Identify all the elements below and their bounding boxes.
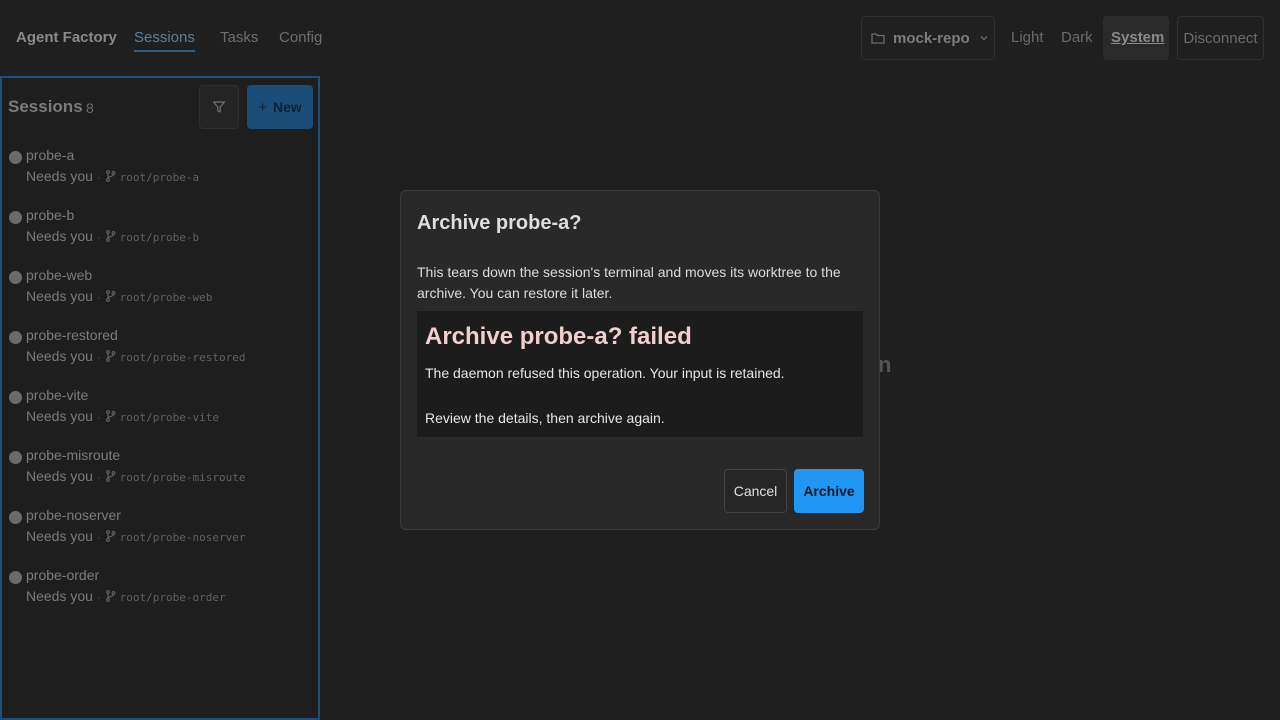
session-branch: root/probe-web — [119, 291, 213, 304]
session-branch: root/probe-vite — [119, 411, 219, 424]
session-status-dot — [9, 511, 22, 524]
filter-icon — [212, 101, 226, 113]
session-branch: root/probe-order — [119, 591, 226, 604]
session-status-line: Needs you · root/probe-vite — [26, 408, 219, 424]
archive-dialog: Archive probe-a? This tears down the ses… — [400, 190, 880, 530]
session-list: probe-a Needs you · root/probe-a probe-b Need… — [2, 144, 318, 624]
dialog-title: Archive probe-a? — [417, 212, 582, 234]
session-status: Needs you — [26, 468, 93, 484]
sessions-sidebar: Sessions 8 + New probe-a Needs you · root/p… — [0, 76, 320, 720]
git-branch-icon — [105, 350, 116, 362]
session-count: 8 — [86, 100, 94, 116]
session-status-line: Needs you · root/probe-web — [26, 288, 212, 304]
session-status: Needs you — [26, 408, 93, 424]
chevron-down-icon — [980, 36, 988, 41]
background-empty-state-text: n — [878, 352, 892, 377]
separator-dot: · — [96, 412, 101, 424]
session-branch: root/probe-restored — [119, 351, 246, 364]
session-name: probe-a — [26, 147, 75, 163]
session-status: Needs you — [26, 588, 93, 604]
theme-dark-option[interactable]: Dark — [1061, 29, 1093, 46]
session-branch: root/probe-noserver — [119, 531, 246, 544]
git-branch-icon — [105, 290, 116, 302]
session-item[interactable]: probe-misroute Needs you · root/probe-misro… — [2, 444, 318, 504]
session-name: probe-order — [26, 567, 100, 583]
new-session-button[interactable]: + New — [247, 85, 313, 129]
error-panel: Archive probe-a? failed The daemon refus… — [417, 311, 863, 437]
session-name: probe-b — [26, 207, 75, 223]
session-status-dot — [9, 331, 22, 344]
separator-dot: · — [96, 292, 101, 304]
error-title: Archive probe-a? failed — [425, 323, 692, 350]
session-status-dot — [9, 391, 22, 404]
disconnect-button[interactable]: Disconnect — [1177, 16, 1264, 60]
dialog-description: This tears down the session's terminal a… — [417, 264, 841, 301]
session-status: Needs you — [26, 348, 93, 364]
git-branch-icon — [105, 170, 116, 182]
new-session-label: New — [272, 99, 302, 115]
session-name: probe-vite — [26, 387, 89, 403]
session-status-line: Needs you · root/probe-misroute — [26, 468, 245, 484]
session-item[interactable]: probe-noserver Needs you · root/probe-noser… — [2, 504, 318, 564]
session-name: probe-misroute — [26, 447, 121, 463]
session-item[interactable]: probe-web Needs you · root/probe-web — [2, 264, 318, 324]
filter-button[interactable] — [199, 85, 239, 129]
session-item[interactable]: probe-b Needs you · root/probe-b — [2, 204, 318, 264]
git-branch-icon — [105, 410, 116, 422]
separator-dot: · — [96, 532, 101, 544]
separator-dot: · — [96, 352, 101, 364]
separator-dot: · — [96, 172, 101, 184]
session-status: Needs you — [26, 168, 93, 184]
session-status-line: Needs you · root/probe-restored — [26, 348, 245, 364]
session-status-dot — [9, 271, 22, 284]
sidebar-title: Sessions — [8, 97, 83, 116]
repo-name: mock-repo — [893, 29, 970, 47]
tab-config[interactable]: Config — [279, 29, 322, 46]
tab-sessions[interactable]: Sessions — [134, 29, 195, 52]
session-status-dot — [9, 151, 22, 164]
separator-dot: · — [96, 592, 101, 604]
git-branch-icon — [105, 530, 116, 542]
session-name: probe-restored — [26, 327, 118, 343]
error-hint: Review the details, then archive again. — [425, 410, 665, 426]
top-bar: Agent Factory Sessions Tasks Config mock… — [0, 0, 1280, 76]
theme-system-option[interactable]: System — [1111, 29, 1164, 46]
separator-dot: · — [96, 232, 101, 244]
session-status-dot — [9, 211, 22, 224]
separator-dot: · — [96, 472, 101, 484]
cancel-button[interactable]: Cancel — [724, 469, 787, 513]
session-status-dot — [9, 571, 22, 584]
git-branch-icon — [105, 590, 116, 602]
app-brand[interactable]: Agent Factory — [16, 29, 117, 46]
session-status: Needs you — [26, 288, 93, 304]
session-name: probe-web — [26, 267, 93, 283]
session-branch: root/probe-a — [119, 171, 200, 184]
session-status-line: Needs you · root/probe-noserver — [26, 528, 245, 544]
session-status-dot — [9, 451, 22, 464]
git-branch-icon — [105, 470, 116, 482]
repo-selector-button[interactable]: mock-repo — [861, 16, 995, 60]
session-item[interactable]: probe-order Needs you · root/probe-order — [2, 564, 318, 624]
session-status-line: Needs you · root/probe-a — [26, 168, 199, 184]
theme-light-option[interactable]: Light — [1011, 29, 1044, 46]
archive-button[interactable]: Archive — [794, 469, 864, 513]
session-branch: root/probe-b — [119, 231, 200, 244]
error-message: The daemon refused this operation. Your … — [425, 365, 785, 381]
session-status: Needs you — [26, 228, 93, 244]
session-status: Needs you — [26, 528, 93, 544]
session-item[interactable]: probe-restored Needs you · root/probe-resto… — [2, 324, 318, 384]
plus-icon: + — [258, 98, 267, 116]
session-item[interactable]: probe-a Needs you · root/probe-a — [2, 144, 318, 204]
git-branch-icon — [105, 230, 116, 242]
tab-tasks[interactable]: Tasks — [220, 29, 258, 46]
session-name: probe-noserver — [26, 507, 121, 523]
session-status-line: Needs you · root/probe-order — [26, 588, 226, 604]
session-status-line: Needs you · root/probe-b — [26, 228, 199, 244]
folder-icon — [871, 33, 885, 44]
session-item[interactable]: probe-vite Needs you · root/probe-vite — [2, 384, 318, 444]
session-branch: root/probe-misroute — [119, 471, 246, 484]
